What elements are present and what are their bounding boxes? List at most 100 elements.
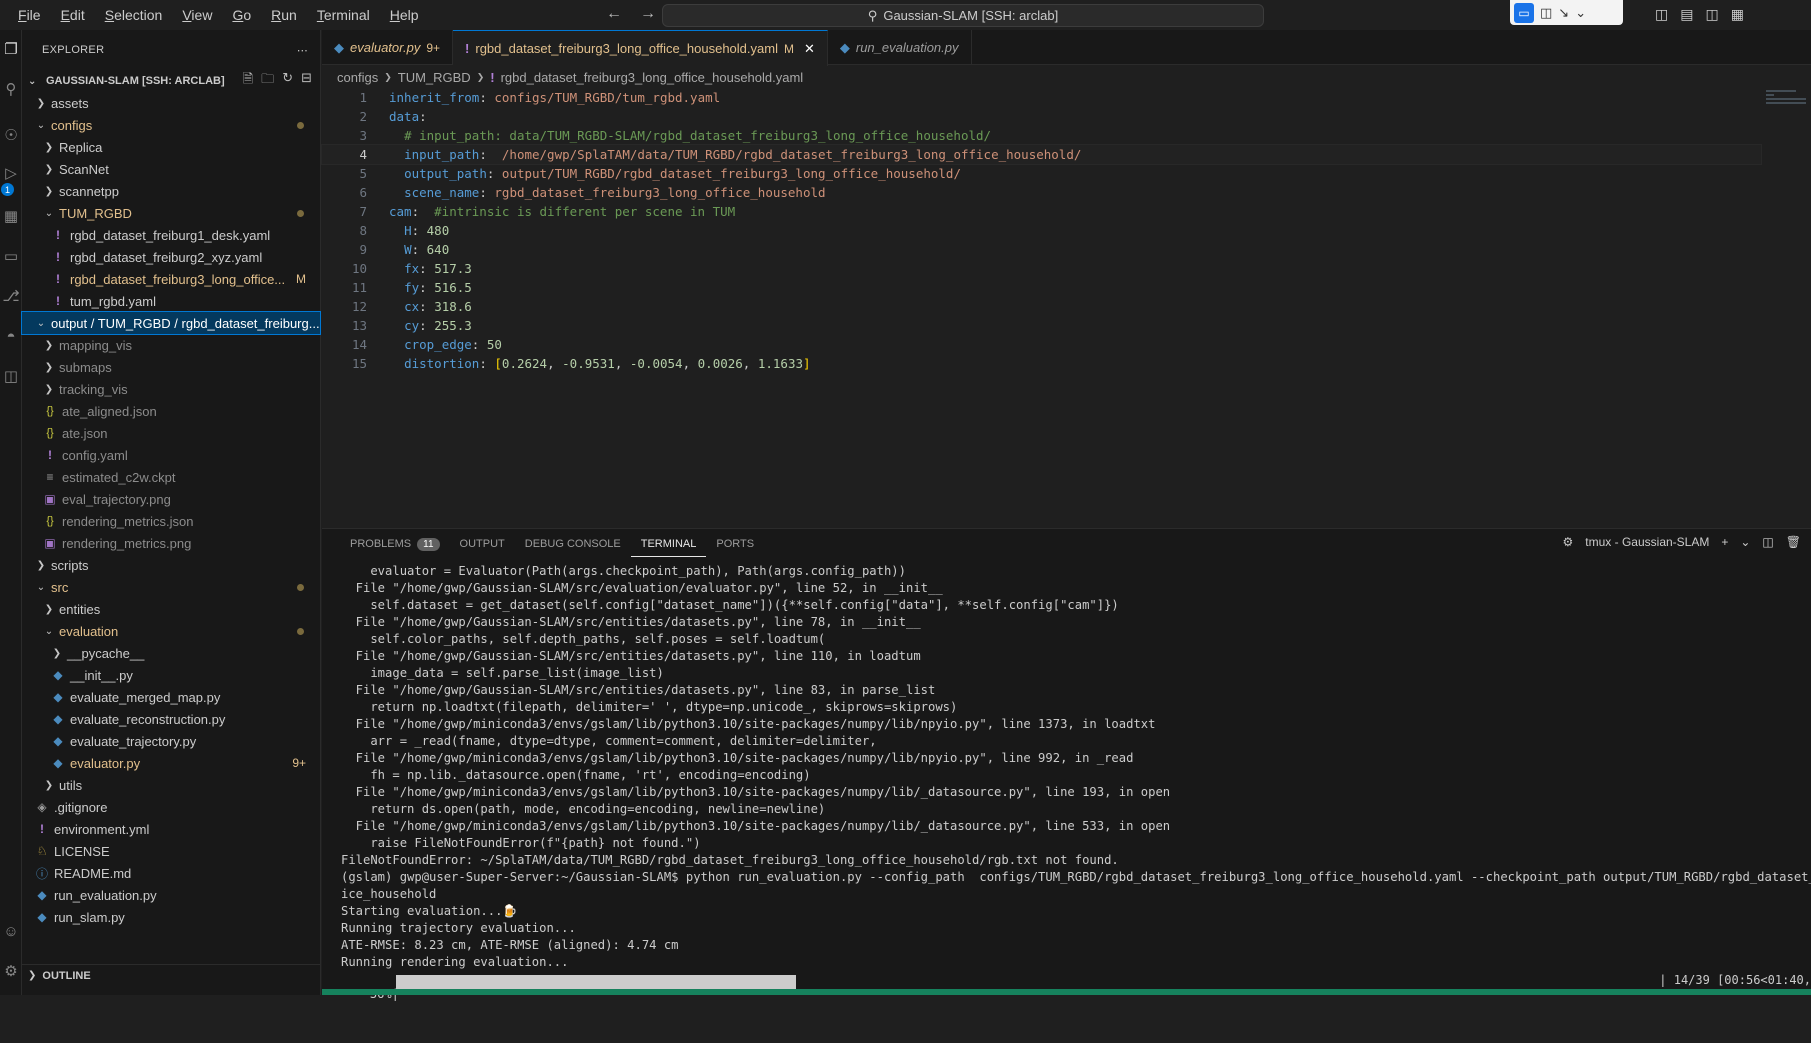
tree-file[interactable]: ⓘ README.md — [22, 862, 320, 884]
toggle-secondary-sidebar-icon[interactable]: ◫ — [1705, 6, 1718, 23]
tree-file[interactable]: ! config.yaml — [22, 444, 320, 466]
panel-tab-terminal[interactable]: TERMINAL — [630, 531, 707, 557]
editor-tab[interactable]: ◆ evaluator.py 9+ — [322, 30, 454, 65]
new-file-icon[interactable]: 🗎 — [243, 70, 253, 92]
more-actions-icon[interactable]: ⋯ — [297, 44, 308, 57]
menu-view[interactable]: View — [172, 7, 222, 23]
monitor-icon[interactable]: ◫ — [1540, 5, 1552, 21]
toggle-sidebar-icon[interactable]: ◫ — [1655, 6, 1668, 23]
chevron-down-icon[interactable]: ⌄ — [1575, 5, 1586, 21]
code-token: : — [411, 204, 435, 219]
tree-folder[interactable]: ⌄ src — [22, 576, 320, 598]
settings-gear-icon[interactable]: ⚙ — [0, 960, 22, 982]
extensions-icon[interactable]: ▦ — [0, 205, 22, 227]
tree-file[interactable]: ◆ __init__.py — [22, 664, 320, 686]
outline-section[interactable]: ❯ OUTLINE — [22, 964, 321, 986]
docker-icon[interactable]: ◓ — [0, 325, 22, 347]
terminal-name[interactable]: tmux - Gaussian-SLAM — [1585, 535, 1709, 549]
new-folder-icon[interactable]: 🗀 — [261, 70, 274, 92]
code-line: 3 # input_path: data/TUM_RGBD-SLAM/rgbd_… — [322, 126, 1761, 145]
menu-file[interactable]: File — [8, 7, 51, 23]
refresh-icon[interactable]: ↻ — [282, 70, 293, 92]
back-arrow-icon[interactable]: ← — [606, 5, 622, 23]
terminal-line: File "/home/gwp/miniconda3/envs/gslam/li… — [341, 717, 1156, 731]
database-icon[interactable]: ◫ — [0, 365, 22, 387]
panel-tab-output[interactable]: OUTPUT — [450, 531, 515, 557]
tree-file[interactable]: ◆ run_slam.py — [22, 906, 320, 928]
tree-file[interactable]: ! rgbd_dataset_freiburg2_xyz.yaml — [22, 246, 320, 268]
editor-tab[interactable]: ! rgbd_dataset_freiburg3_long_office_hous… — [453, 30, 828, 66]
tree-file[interactable]: ◆ evaluate_reconstruction.py — [22, 708, 320, 730]
remote-explorer-icon[interactable]: ▭ — [0, 245, 22, 267]
menu-terminal[interactable]: Terminal — [307, 7, 380, 23]
code-editor[interactable]: 1 inherit_from: configs/TUM_RGBD/tum_rgbd… — [321, 88, 1762, 528]
workspace-root[interactable]: ⌄ GAUSSIAN-SLAM [SSH: ARCLAB] 🗎 🗀 ↻ ⊟ — [22, 70, 320, 92]
customize-layout-icon[interactable]: ▦ — [1731, 6, 1744, 23]
tree-folder[interactable]: ⌄ output / TUM_RGBD / rgbd_dataset_freibu… — [21, 311, 321, 335]
tree-file[interactable]: ◆ evaluate_trajectory.py — [22, 730, 320, 752]
tree-file[interactable]: {} ate_aligned.json — [22, 400, 320, 422]
search-icon[interactable]: ⚲ — [0, 78, 22, 100]
account-icon[interactable]: ☺ — [0, 920, 22, 942]
close-icon[interactable]: ✕ — [804, 41, 815, 57]
tree-folder[interactable]: ❯ mapping_vis — [22, 334, 320, 356]
tree-file[interactable]: ▣ rendering_metrics.png — [22, 532, 320, 554]
explorer-icon[interactable]: ❐ — [0, 38, 22, 60]
tree-file[interactable]: ! rgbd_dataset_freiburg3_long_office... M — [22, 268, 320, 290]
tree-file[interactable]: ! tum_rgbd.yaml — [22, 290, 320, 312]
menu-help[interactable]: Help — [380, 7, 429, 23]
editor-tab[interactable]: ◆ run_evaluation.py — [828, 30, 972, 65]
breadcrumb-item[interactable]: TUM_RGBD — [398, 70, 471, 85]
tree-file[interactable]: ◆ run_evaluation.py — [22, 884, 320, 906]
tree-folder[interactable]: ❯ __pycache__ — [22, 642, 320, 664]
tree-folder[interactable]: ❯ assets — [22, 92, 320, 114]
tree-file[interactable]: ♘ LICENSE — [22, 840, 320, 862]
breadcrumb-item[interactable]: configs — [337, 70, 378, 85]
tree-folder[interactable]: ❯ Replica — [22, 136, 320, 158]
tree-folder[interactable]: ❯ submaps — [22, 356, 320, 378]
source-control-icon[interactable]: ☉ — [0, 124, 22, 146]
tree-file[interactable]: ! rgbd_dataset_freiburg1_desk.yaml — [22, 224, 320, 246]
kill-terminal-icon[interactable]: 🗑 — [1786, 535, 1801, 549]
tree-folder[interactable]: ❯ entities — [22, 598, 320, 620]
menu-go[interactable]: Go — [222, 7, 261, 23]
run-debug-icon[interactable]: ▷ — [0, 162, 22, 184]
chevron-down-icon[interactable]: ⌄ — [1740, 535, 1750, 549]
tree-file[interactable]: {} rendering_metrics.json — [22, 510, 320, 532]
tree-folder[interactable]: ❯ tracking_vis — [22, 378, 320, 400]
tree-file[interactable]: ◈ .gitignore — [22, 796, 320, 818]
tree-file[interactable]: ! environment.yml — [22, 818, 320, 840]
terminal-output[interactable]: evaluator = Evaluator(Path(args.checkpoi… — [341, 563, 1811, 971]
tree-file[interactable]: ◆ evaluate_merged_map.py — [22, 686, 320, 708]
python-file-icon: ◆ — [53, 668, 63, 682]
menu-selection[interactable]: Selection — [95, 7, 173, 23]
panel-tab-problems[interactable]: PROBLEMS 11 — [340, 531, 450, 557]
tree-folder[interactable]: ❯ scannetpp — [22, 180, 320, 202]
collapse-all-icon[interactable]: ⊟ — [301, 70, 312, 92]
minimap[interactable] — [1763, 88, 1811, 116]
tree-folder[interactable]: ❯ ScanNet — [22, 158, 320, 180]
collapse-icon[interactable]: ↘ — [1558, 5, 1569, 21]
tree-file[interactable]: ≡ estimated_c2w.ckpt — [22, 466, 320, 488]
tree-folder[interactable]: ❯ utils — [22, 774, 320, 796]
tree-folder[interactable]: ⌄ configs — [22, 114, 320, 136]
command-center[interactable]: ⚲ Gaussian-SLAM [SSH: arclab] — [662, 4, 1264, 27]
toggle-panel-icon[interactable]: ▤ — [1680, 6, 1693, 23]
forward-arrow-icon[interactable]: → — [640, 5, 656, 23]
tree-folder[interactable]: ❯ scripts — [22, 554, 320, 576]
menu-edit[interactable]: Edit — [51, 7, 95, 23]
testing-icon[interactable]: ⎇ — [0, 285, 22, 307]
remote-control-icon[interactable]: ▭ — [1514, 2, 1534, 23]
tree-folder[interactable]: ⌄ evaluation — [22, 620, 320, 642]
panel-tab-debug-console[interactable]: DEBUG CONSOLE — [515, 531, 631, 557]
split-terminal-icon[interactable]: ◫ — [1762, 535, 1773, 549]
breadcrumb-item[interactable]: rgbd_dataset_freiburg3_long_office_house… — [501, 70, 804, 85]
tree-file[interactable]: ▣ eval_trajectory.png — [22, 488, 320, 510]
panel-tab-ports[interactable]: PORTS — [706, 531, 764, 557]
tree-file[interactable]: {} ate.json — [22, 422, 320, 444]
menu-run[interactable]: Run — [261, 7, 307, 23]
tab-badge: 9+ — [426, 40, 441, 55]
tree-folder[interactable]: ⌄ TUM_RGBD — [22, 202, 320, 224]
new-terminal-icon[interactable]: + — [1721, 535, 1728, 549]
tree-file[interactable]: ◆ evaluator.py 9+ — [22, 752, 320, 774]
